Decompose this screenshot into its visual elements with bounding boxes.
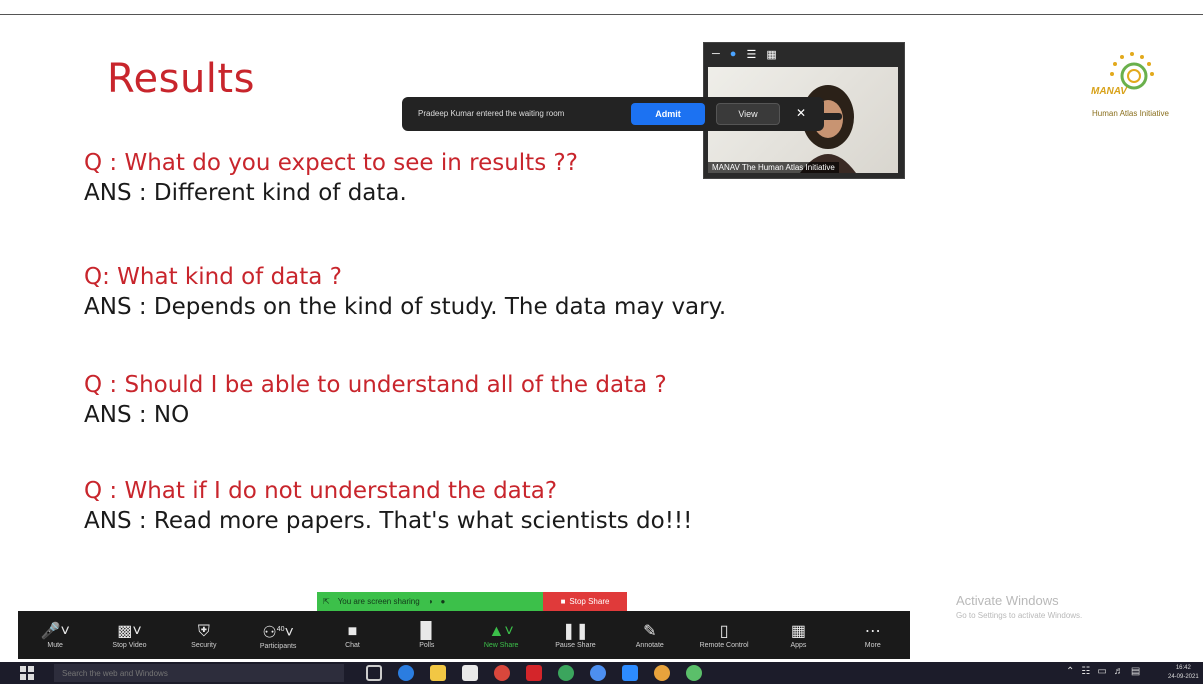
sharing-status-text: You are screen sharing [337,597,420,606]
chrome-profile-icon[interactable] [558,665,574,681]
logo-brand: MANAV [1091,86,1127,97]
more-button[interactable]: ⋯ More [836,611,910,659]
apps-icon: ▦ [790,622,806,640]
question-text: Q: What kind of data ? [84,264,342,290]
store-icon[interactable] [462,665,478,681]
chrome-profile-2-icon[interactable] [590,665,606,681]
chat-button[interactable]: ■ Chat [315,611,389,659]
participants-count: 40 [276,625,285,633]
admit-button[interactable]: Admit [631,103,705,125]
chrome-icon[interactable] [494,665,510,681]
view-button[interactable]: View [716,103,780,125]
security-button[interactable]: ⛨ Security [167,611,241,659]
clock-date: 24-09-2021 [1168,674,1199,680]
question-text: Q : What if I do not understand the data… [84,478,558,504]
apps-button[interactable]: ▦ Apps [761,611,835,659]
question-text: Q : What do you expect to see in results… [84,150,578,176]
answer-text: ANS : Different kind of data. [84,180,407,206]
activate-windows-watermark: Activate Windows Go to Settings to activ… [956,593,1082,620]
task-view-icon[interactable] [366,665,382,681]
zoom-app-icon[interactable] [622,665,638,681]
activate-title: Activate Windows [956,593,1059,608]
stop-share-label: Stop Share [569,597,610,606]
waiting-room-notification: Pradeep Kumar entered the waiting room A… [402,97,824,131]
taskbar-clock[interactable]: 16:42 24-09-2021 [1168,664,1199,682]
stop-share-button[interactable]: ■ Stop Share [543,592,627,611]
connection-icon: ◑ [427,597,433,606]
volume-icon[interactable]: ♬ [1114,666,1124,677]
video-panel-controls: ─ ● ☰ ▦ [704,43,904,65]
answer-text: ANS : Read more papers. That's what scie… [84,508,693,534]
shield-icon: ⛨ [197,622,210,640]
participants-icon: ⚇40˅ [262,624,294,642]
zoom-meeting-toolbar: 🎤˅ Mute ▩˅ Stop Video ⛨ Security ⚇40˅ Pa… [18,611,910,659]
video-camera-icon: ▩˅ [117,622,142,640]
chevron-up-icon[interactable]: ⌃ [1066,666,1074,677]
network-icon[interactable]: ☷ [1081,666,1090,677]
chrome-profile-3-icon[interactable] [654,665,670,681]
screen-share-indicator: ⇱ You are screen sharing ◑ ● ■ Stop Shar… [317,592,627,611]
pencil-icon: ✎ [643,622,657,640]
speaker-view-icon[interactable]: ● [730,48,737,60]
top-divider [0,14,1203,15]
pinned-apps [366,665,702,681]
stop-video-button[interactable]: ▩˅ Stop Video [92,611,166,659]
file-explorer-icon[interactable] [430,665,446,681]
answer-text: ANS : Depends on the kind of study. The … [84,294,727,320]
share-screen-icon: ▲˅ [488,622,514,640]
polls-icon: ▉ [420,622,433,640]
mouse-icon: ▯ [719,622,729,640]
qa-block-1: Q : What do you expect to see in results… [84,150,578,206]
taskbar-search-input[interactable] [54,664,344,682]
list-view-icon[interactable]: ☰ [746,48,756,61]
logo-subtitle: Human Atlas Initiative [1092,109,1169,118]
chrome-profile-4-icon[interactable] [686,665,702,681]
grid-view-icon[interactable]: ▦ [766,48,776,61]
more-icon: ⋯ [864,622,881,640]
microphone-icon: 🎤˅ [40,622,70,640]
answer-text: ANS : NO [84,402,190,428]
question-text: Q : Should I be able to understand all o… [84,372,667,398]
edge-browser-icon[interactable] [398,665,414,681]
qa-block-2: Q: What kind of data ? ANS : Depends on … [84,264,726,320]
qa-block-4: Q : What if I do not understand the data… [84,478,692,534]
pause-share-button[interactable]: ❚❚ Pause Share [538,611,612,659]
clock-time: 16:42 [1175,665,1191,671]
manav-logo: MANAV Human Atlas Initiative [1088,50,1198,120]
video-name-tag: MANAV The Human Atlas Initiative [708,162,839,173]
windows-taskbar: ⌃ ☷ ▭ ♬ ▤ 16:42 24-09-2021 [0,662,1203,684]
notification-message: Pradeep Kumar entered the waiting room [418,109,565,118]
activate-subtitle: Go to Settings to activate Windows. [956,611,1083,620]
notifications-icon[interactable]: ▤ [1131,666,1140,677]
mute-button[interactable]: 🎤˅ Mute [18,611,92,659]
pause-icon: ❚❚ [562,622,589,640]
security-dot-icon: ● [440,597,446,606]
system-tray: ⌃ ☷ ▭ ♬ ▤ [1066,666,1140,677]
minimize-icon[interactable]: ─ [712,48,720,60]
close-icon[interactable]: ✕ [796,106,806,120]
annotate-button[interactable]: ✎ Annotate [613,611,687,659]
sharing-status[interactable]: ⇱ You are screen sharing ◑ ● [317,592,543,611]
polls-button[interactable]: ▉ Polls [390,611,464,659]
acrobat-icon[interactable] [526,665,542,681]
qa-block-3: Q : Should I be able to understand all o… [84,372,667,428]
new-share-button[interactable]: ▲˅ New Share [464,611,538,659]
chat-icon: ■ [347,622,358,640]
remote-control-button[interactable]: ▯ Remote Control [687,611,761,659]
slide-title: Results [107,56,255,102]
drag-handle-icon[interactable]: ⇱ [323,597,330,606]
stop-square-icon: ■ [560,597,566,606]
windows-start-icon[interactable] [20,666,34,680]
battery-icon[interactable]: ▭ [1097,666,1106,677]
participants-button[interactable]: ⚇40˅ Participants [241,611,315,659]
